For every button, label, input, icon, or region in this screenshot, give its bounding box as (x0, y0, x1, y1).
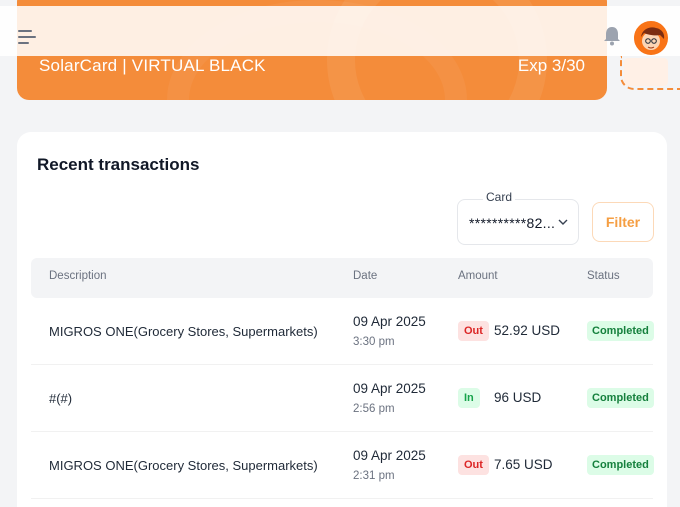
direction-badge: In (458, 388, 480, 408)
transaction-time: 2:31 pm (353, 470, 395, 482)
user-avatar[interactable] (634, 21, 668, 55)
column-header-date: Date (353, 270, 378, 282)
direction-badge: Out (458, 455, 489, 475)
card-name: SolarCard | VIRTUAL BLACK (39, 56, 266, 75)
table-header: Description Date Amount Status (31, 258, 653, 298)
transaction-date: 09 Apr 2025 (353, 448, 426, 463)
transaction-date: 09 Apr 2025 (353, 381, 426, 396)
card-select-value: **********82... (469, 215, 556, 231)
table-row[interactable]: #(#) 09 Apr 2025 2:56 pm In 96 USD Compl… (31, 365, 654, 432)
bell-icon[interactable] (603, 26, 621, 46)
transaction-amount: 7.65 USD (494, 457, 553, 472)
section-title: Recent transactions (37, 155, 200, 174)
transaction-date: 09 Apr 2025 (353, 314, 426, 329)
table-row[interactable]: MIGROS ONE(Grocery Stores, Supermarkets)… (31, 432, 654, 499)
card-select[interactable]: **********82... (457, 199, 579, 245)
transaction-description: MIGROS ONE(Grocery Stores, Supermarkets) (49, 458, 318, 473)
transaction-description: #(#) (49, 391, 73, 406)
transaction-description: MIGROS ONE(Grocery Stores, Supermarkets) (49, 324, 318, 339)
column-header-status: Status (587, 270, 620, 282)
column-header-description: Description (49, 270, 107, 282)
table-row[interactable]: MIGROS ONE(Grocery Stores, Supermarkets)… (31, 298, 654, 365)
hamburger-menu-icon[interactable] (18, 30, 36, 44)
add-card-dashed-outline (620, 56, 680, 90)
status-badge: Completed (587, 321, 654, 341)
transaction-amount: 96 USD (494, 390, 542, 405)
card-select-label: Card (483, 190, 516, 204)
status-badge: Completed (587, 388, 654, 408)
recent-transactions-panel: Recent transactions **********82... Card… (17, 132, 667, 507)
column-header-amount: Amount (458, 270, 498, 282)
transaction-time: 3:30 pm (353, 336, 395, 348)
chevron-down-icon (558, 219, 568, 225)
card-expiry: Exp 3/30 (517, 56, 585, 75)
transaction-amount: 52.92 USD (494, 323, 561, 338)
transaction-time: 2:56 pm (353, 403, 395, 415)
direction-badge: Out (458, 321, 489, 341)
top-bar (0, 6, 680, 56)
status-badge: Completed (587, 455, 654, 475)
filter-button[interactable]: Filter (592, 202, 654, 242)
